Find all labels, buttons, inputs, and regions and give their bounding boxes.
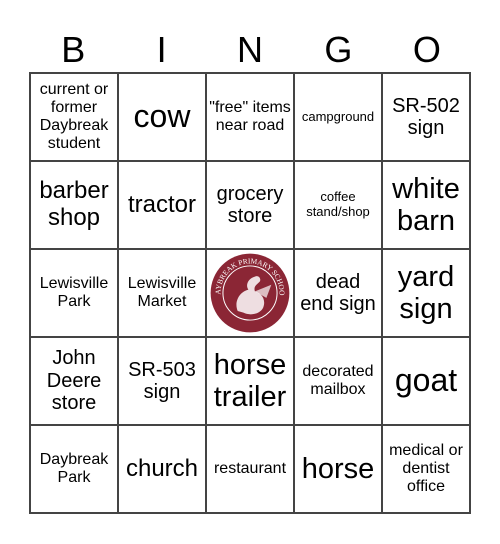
- cell-label: decorated mailbox: [302, 363, 374, 398]
- bingo-cell[interactable]: medical or dentist office: [382, 425, 470, 513]
- free-space[interactable]: DAYBREAK PRIMARY SCHOOL: [206, 249, 294, 337]
- bingo-cell[interactable]: Lewisville Market: [118, 249, 206, 337]
- bingo-cell[interactable]: Lewisville Park: [30, 249, 118, 337]
- cell-label: SR-502 sign: [392, 94, 460, 139]
- cell-label: yard sign: [397, 260, 455, 325]
- cell-label: SR-503 sign: [128, 358, 196, 403]
- cell-label: dead end sign: [300, 270, 376, 315]
- cell-label: John Deere store: [46, 347, 102, 415]
- cell-label: campground: [301, 108, 375, 124]
- cell-label: "free" items near road: [209, 99, 291, 134]
- bingo-cell[interactable]: cow: [118, 73, 206, 161]
- bingo-cell[interactable]: tractor: [118, 161, 206, 249]
- cell-label: horse trailer: [213, 348, 287, 413]
- bingo-header: B I N G O: [29, 28, 471, 72]
- header-letter-b: B: [61, 29, 86, 70]
- bingo-cell[interactable]: horse trailer: [206, 337, 294, 425]
- bingo-cell[interactable]: campground: [294, 73, 382, 161]
- bingo-cell[interactable]: SR-503 sign: [118, 337, 206, 425]
- bingo-cell[interactable]: SR-502 sign: [382, 73, 470, 161]
- cell-label: barber shop: [39, 177, 109, 231]
- cell-label: white barn: [392, 172, 460, 237]
- cell-label: cow: [133, 98, 191, 135]
- bingo-cell[interactable]: decorated mailbox: [294, 337, 382, 425]
- bingo-cell[interactable]: grocery store: [206, 161, 294, 249]
- cell-label: Daybreak Park: [39, 451, 109, 486]
- cell-label: tractor: [127, 190, 196, 218]
- header-letter-g: G: [324, 29, 353, 70]
- bingo-cell[interactable]: "free" items near road: [206, 73, 294, 161]
- cell-label: coffee stand/shop: [306, 189, 370, 219]
- bingo-cell[interactable]: white barn: [382, 161, 470, 249]
- bingo-cell[interactable]: church: [118, 425, 206, 513]
- bingo-cell[interactable]: restaurant: [206, 425, 294, 513]
- cell-label: medical or dentist office: [389, 442, 463, 495]
- cell-label: Lewisville Park: [39, 275, 109, 310]
- cell-label: Lewisville Market: [127, 275, 197, 310]
- bingo-cell[interactable]: horse: [294, 425, 382, 513]
- cell-label: church: [125, 454, 199, 482]
- cell-label: horse: [301, 452, 375, 485]
- cell-label: restaurant: [213, 460, 287, 478]
- bingo-cell[interactable]: yard sign: [382, 249, 470, 337]
- school-logo-icon: DAYBREAK PRIMARY SCHOOL: [209, 251, 290, 333]
- bingo-cell[interactable]: barber shop: [30, 161, 118, 249]
- bingo-cell[interactable]: coffee stand/shop: [294, 161, 382, 249]
- bingo-cell[interactable]: John Deere store: [30, 337, 118, 425]
- bingo-cell[interactable]: Daybreak Park: [30, 425, 118, 513]
- bingo-cell[interactable]: dead end sign: [294, 249, 382, 337]
- bingo-cell[interactable]: current or former Daybreak student: [30, 73, 118, 161]
- bingo-cell[interactable]: goat: [382, 337, 470, 425]
- bingo-grid: current or former Daybreak student cow "fr…: [29, 72, 471, 514]
- header-letter-n: N: [237, 29, 264, 70]
- header-letter-i: I: [156, 29, 167, 70]
- cell-label: grocery store: [216, 182, 284, 227]
- cell-label: goat: [394, 362, 458, 399]
- cell-label: current or former Daybreak student: [39, 81, 109, 152]
- header-letter-o: O: [412, 29, 441, 70]
